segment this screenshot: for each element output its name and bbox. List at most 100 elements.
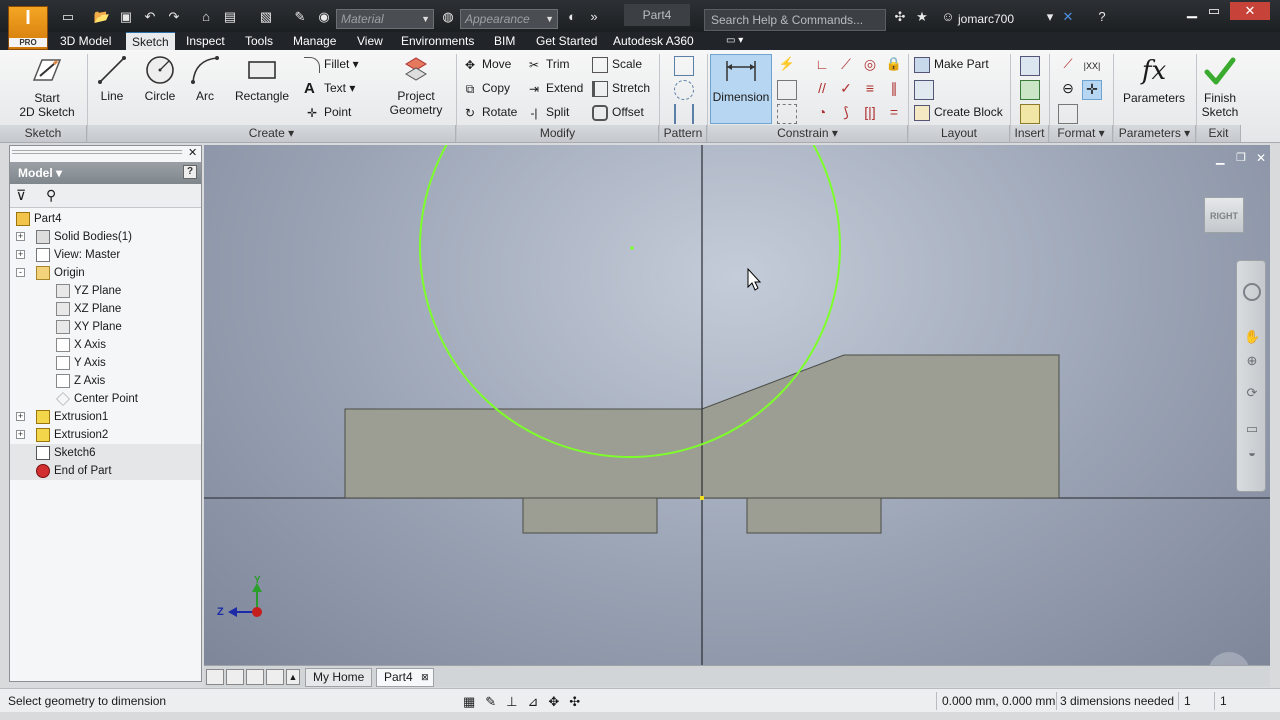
- move-button[interactable]: ✥ Move: [462, 54, 511, 74]
- find-icon[interactable]: ⚲: [46, 187, 56, 204]
- zoom-icon[interactable]: ⊕: [1244, 353, 1260, 369]
- mirror-icon[interactable]: [674, 104, 694, 124]
- tab-inspect[interactable]: Inspect: [180, 32, 231, 50]
- constraint-settings-icon[interactable]: [777, 104, 797, 124]
- adjust-icon[interactable]: ◐: [562, 9, 582, 25]
- smooth-icon[interactable]: ⟆: [836, 104, 856, 124]
- tree-node[interactable]: XY Plane: [10, 318, 201, 336]
- tab-my-home[interactable]: My Home: [305, 668, 373, 687]
- filter-icon[interactable]: ⊽: [16, 187, 26, 204]
- redo-icon[interactable]: ↷: [164, 9, 184, 25]
- create-panel-label[interactable]: Create ▾: [88, 125, 456, 142]
- parallel-icon[interactable]: //: [812, 80, 832, 100]
- circle-button[interactable]: Circle: [140, 54, 180, 103]
- auto-dimension-icon[interactable]: ⚡: [777, 56, 797, 76]
- tab-manage[interactable]: Manage: [287, 32, 342, 50]
- app-menu-button[interactable]: I PRO: [8, 6, 48, 50]
- browser-close-icon[interactable]: ✕: [188, 146, 197, 159]
- fix-icon[interactable]: 🔒: [884, 56, 904, 76]
- expand-icon[interactable]: +: [16, 412, 25, 421]
- save-icon[interactable]: ▣: [116, 9, 136, 25]
- show-constraints-icon[interactable]: [777, 80, 797, 100]
- browser-grip[interactable]: [12, 150, 182, 154]
- material-combo[interactable]: Material ▼: [336, 9, 434, 29]
- viewcube[interactable]: RIGHT: [1204, 197, 1244, 233]
- favorite-star-icon[interactable]: ★: [912, 9, 932, 25]
- look-at-icon[interactable]: ▭: [1244, 421, 1260, 437]
- coincident-icon[interactable]: ∟: [812, 56, 832, 76]
- expand-icon[interactable]: +: [16, 250, 25, 259]
- text-button[interactable]: A Text ▾: [304, 78, 355, 98]
- exchange-apps-icon[interactable]: ✕: [1058, 9, 1078, 25]
- search-input[interactable]: Search Help & Commands...: [704, 9, 886, 31]
- perpendicular-icon[interactable]: ✓: [836, 80, 856, 100]
- points-icon[interactable]: [1020, 80, 1040, 100]
- viewport-restore-icon[interactable]: ❐: [1236, 151, 1246, 164]
- user-chevron-icon[interactable]: ▾: [1040, 9, 1060, 25]
- make-part-button[interactable]: Make Part: [914, 54, 989, 74]
- acad-icon[interactable]: [1020, 104, 1040, 124]
- tree-node[interactable]: + View: Master: [10, 246, 201, 264]
- update-icon[interactable]: ▤: [220, 9, 240, 25]
- split-button[interactable]: -| Split: [526, 102, 569, 122]
- viewport-close-icon[interactable]: ✕: [1256, 151, 1266, 165]
- tab-get-started[interactable]: Get Started: [530, 32, 603, 50]
- maximize-icon[interactable]: ▭: [1200, 2, 1228, 20]
- orbit-icon[interactable]: ⟳: [1244, 385, 1260, 401]
- tree-node[interactable]: Center Point: [10, 390, 201, 408]
- constrain-panel-label[interactable]: Constrain ▾: [708, 125, 908, 142]
- horizontal-icon[interactable]: ≡: [860, 80, 880, 100]
- finish-sketch-button[interactable]: Finish Sketch: [1200, 54, 1240, 119]
- viewport-minimize-icon[interactable]: ▁: [1216, 152, 1224, 165]
- tree-node[interactable]: Part4: [10, 210, 201, 228]
- point-button[interactable]: ✛ Point: [304, 102, 351, 122]
- tree-node[interactable]: End of Part: [10, 462, 201, 480]
- copy-button[interactable]: ⧉ Copy: [462, 78, 510, 98]
- steering-wheel-icon[interactable]: [1243, 283, 1261, 301]
- tangent-icon[interactable]: ◔: [812, 104, 832, 124]
- vertical-tile-icon[interactable]: [266, 669, 284, 685]
- format-panel-label[interactable]: Format ▾: [1050, 125, 1113, 142]
- insert-panel-label[interactable]: Insert: [1011, 125, 1049, 142]
- parameters-button[interactable]: fx Parameters: [1120, 54, 1188, 105]
- tree-node[interactable]: XZ Plane: [10, 300, 201, 318]
- trim-button[interactable]: ✂ Trim: [526, 54, 570, 74]
- user-name[interactable]: jomarc700: [958, 12, 1014, 26]
- tree-node[interactable]: + Extrusion2: [10, 426, 201, 444]
- layout-panel-label[interactable]: Layout: [909, 125, 1010, 142]
- stretch-button[interactable]: Stretch: [592, 78, 650, 98]
- scale-button[interactable]: Scale: [592, 54, 642, 74]
- tree-node[interactable]: - Origin: [10, 264, 201, 282]
- status-tools-icons[interactable]: ▦✎⊥⊿✥✣: [463, 694, 590, 710]
- pan-icon[interactable]: ✋: [1244, 329, 1260, 345]
- pattern-panel-label[interactable]: Pattern: [660, 125, 707, 142]
- tab-3d-model[interactable]: 3D Model: [54, 32, 117, 50]
- ribbon-options-icon[interactable]: ▭ ▾: [720, 32, 749, 50]
- horizontal-tile-icon[interactable]: [246, 669, 264, 685]
- dimension-button[interactable]: Dimension: [710, 54, 772, 124]
- tree-node[interactable]: + Solid Bodies(1): [10, 228, 201, 246]
- image-icon[interactable]: [1020, 56, 1040, 76]
- driven-dimension-icon[interactable]: [1058, 104, 1078, 124]
- vertical-icon[interactable]: ∥: [884, 80, 904, 100]
- tile-windows-icon[interactable]: [206, 669, 224, 685]
- tree-node[interactable]: Z Axis: [10, 372, 201, 390]
- centerline-icon[interactable]: ⊖: [1058, 80, 1078, 100]
- close-icon[interactable]: ✕: [1230, 2, 1270, 20]
- help-icon[interactable]: ?: [183, 165, 197, 179]
- select-icon[interactable]: ▧: [256, 9, 276, 25]
- equal-icon[interactable]: =: [884, 104, 904, 124]
- expand-icon[interactable]: +: [16, 430, 25, 439]
- make-components-icon[interactable]: [914, 80, 934, 100]
- concentric-icon[interactable]: ◎: [860, 56, 880, 76]
- tab-list-icon[interactable]: ▲: [286, 669, 300, 685]
- appearance-combo[interactable]: Appearance ▼: [460, 9, 558, 29]
- exit-panel-label[interactable]: Exit: [1197, 125, 1241, 142]
- color-override-icon[interactable]: ◉: [314, 9, 334, 25]
- tab-tools[interactable]: Tools: [239, 32, 279, 50]
- tree-node[interactable]: + Extrusion1: [10, 408, 201, 426]
- binoculars-icon[interactable]: ✣: [890, 9, 910, 25]
- tab-close-icon[interactable]: ⊠: [421, 669, 429, 686]
- circular-pattern-icon[interactable]: [674, 80, 694, 100]
- view-orientation-icon[interactable]: ◒: [1244, 445, 1260, 461]
